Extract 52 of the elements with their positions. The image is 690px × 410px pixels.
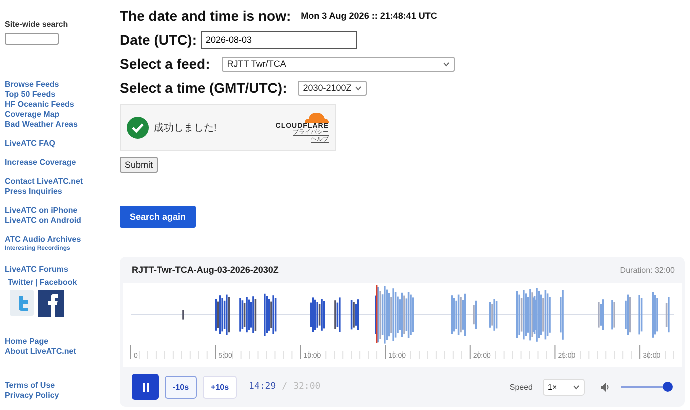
caret-icon [443,62,450,66]
time-separator: / [282,382,288,392]
sidebar-link[interactable]: Terms of Use [5,381,56,391]
current-time: 14:29 [249,382,276,392]
pause-icon [142,382,150,392]
search-field[interactable] [5,33,59,45]
sidebar-link[interactable]: Contact LiveATC.net [5,177,84,187]
recording-title: RJTT-Twr-TCA-Aug-03-2026-2030Z [132,265,279,275]
volume-icon[interactable] [601,382,610,392]
now-label: The date and time is now: [120,8,292,24]
caret-icon [573,384,580,390]
sidebar-link[interactable]: HF Oceanic Feeds [5,100,74,110]
sidebar-link[interactable]: LiveATC Forums [5,265,68,275]
sidebar-link[interactable]: Top 50 Feeds [5,90,56,100]
date-label: Date (UTC): [120,32,197,48]
time-select[interactable]: 2030-2100Z [298,80,368,96]
sidebar-link[interactable]: LiveATC on iPhone [5,206,78,216]
facebook-icon[interactable] [38,290,64,317]
forward-button[interactable]: +10s [203,376,238,398]
time-label: Select a time (GMT/UTC): [120,80,288,96]
sidebar-link[interactable]: Home Page [5,337,49,347]
sidebar-link[interactable]: Privacy Policy [5,391,60,401]
social-link[interactable]: Facebook [40,278,78,288]
rewind-button[interactable]: -10s [165,376,198,398]
sidebar-link[interactable]: ATC Audio Archives [5,235,82,245]
separator: | [36,278,38,288]
sidebar-link[interactable]: LiveATC FAQ [5,139,56,149]
volume-thumb[interactable] [663,382,673,392]
social-link[interactable]: Twitter [8,278,34,288]
search-label: Site-wide search [5,20,68,29]
success-check-icon [127,116,149,138]
speed-select[interactable]: 1× [543,378,585,396]
feed-select[interactable]: RJTT Twr/TCA [222,56,456,72]
total-time: 32:00 [294,382,321,392]
sidebar-link[interactable]: Increase Coverage [5,158,76,168]
cloud-logo-icon [303,111,329,123]
current-datetime: Mon 3 Aug 2026 :: 21:48:41 UTC [301,11,438,21]
sidebar-link[interactable]: Coverage Map [5,110,60,120]
captcha-status: 成功しました! [154,122,218,134]
duration-label: Duration: 32:00 [620,266,675,274]
search-again-button[interactable]: Search again [120,206,196,228]
caret-icon [355,86,362,90]
speed-label: Speed [510,382,533,392]
sidebar-link[interactable]: Browse Feeds [5,80,60,90]
feed-label: Select a feed: [120,56,210,72]
sidebar-link[interactable]: About LiveATC.net [5,347,76,357]
sidebar-link[interactable]: Press Inquiries [5,187,62,197]
sidebar-link[interactable]: LiveATC on Android [5,216,82,226]
submit-button[interactable]: Submit [120,157,158,173]
sidebar-link[interactable]: Bad Weather Areas [5,120,78,130]
pause-button[interactable] [132,374,159,400]
date-input[interactable]: 2026-08-03 [201,31,357,49]
